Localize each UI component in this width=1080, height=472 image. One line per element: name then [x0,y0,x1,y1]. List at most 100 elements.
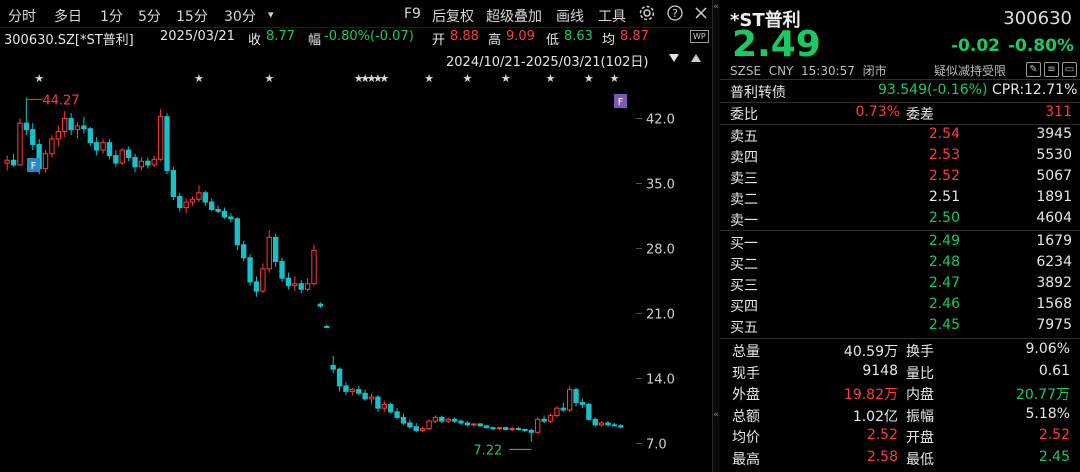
tab-1min[interactable]: 1分 [100,6,123,26]
stat-value: 20.77万 [1015,387,1070,403]
bid-level-row[interactable]: 买四 2.46 1568 [730,295,1072,315]
ask-level-row[interactable]: 卖三 2.52 5067 [730,167,1072,187]
level-volume: 1679 [1036,233,1072,249]
event-star-marker: ★ [501,72,511,85]
stock-code: 300630 [1003,8,1072,29]
y-tick-label: 28.0 [646,242,675,257]
f-marker-label: F [618,97,624,108]
candle-body [407,422,413,428]
high-value: 9.09 [506,29,535,44]
stock-code-label: 300630.SZ[*ST普利] [4,33,134,48]
tab-multi-day[interactable]: 多日 [54,6,82,26]
candlestick-chart[interactable]: 42.0 35.0 28.0 21.0 14.0 7.0 44.27 7.22 ★ ★ ★ ★ ★ ★ ★ ★… [0,70,712,472]
event-star-marker: ★ [379,72,389,85]
tab-5min[interactable]: 5分 [138,6,161,26]
level-price: 2.51 [928,189,960,205]
candle-body [304,283,311,290]
close-icon[interactable] [692,4,710,26]
candle-body [343,385,349,392]
edit-icon[interactable]: ✎ [1026,62,1041,77]
level-label: 买一 [730,236,758,252]
exchange-label: SZSE [730,64,762,78]
ask-level-row[interactable]: 卖一 2.50 4604 [730,209,1072,229]
event-star-marker: ★ [609,72,619,85]
ohlc-info-bar: 300630.SZ[*ST普利] 2025/03/21 收 8.77 幅 -0.… [0,28,714,50]
stat-label: 总量 [732,344,760,360]
candle-body [151,158,157,166]
wp-icon[interactable]: WP [690,30,709,43]
bond-name: 普利转债 [730,85,786,101]
candle-body [55,130,62,140]
last-price: 2.49 [732,24,821,65]
date-range[interactable]: 2024/10/21-2025/03/21(102日) [446,51,649,70]
candle-body [598,422,605,426]
stats-row: 总量 40.59万 换手 9.06% [730,340,1072,360]
close-label: 收 [248,33,262,48]
level-volume: 6234 [1036,254,1072,270]
weicha-label: 委差 [906,107,934,123]
adjust-button[interactable]: 后复权 [432,6,474,26]
level-label: 卖二 [730,192,758,208]
period-dropdown-icon[interactable]: ▾ [268,8,274,21]
candle-body [241,244,247,259]
level-price: 2.52 [928,168,960,184]
candle-body [266,236,272,270]
event-star-marker: ★ [194,72,204,85]
candle-body [100,142,106,151]
weibi-label: 委比 [730,107,758,123]
draw-line-button[interactable]: 画线 [556,6,584,26]
bid-level-row[interactable]: 买一 2.49 1679 [730,232,1072,252]
bond-value: 93.549(-0.16%) [878,82,988,98]
bid-level-row[interactable]: 买二 2.48 6234 [730,253,1072,273]
level-volume: 1568 [1036,296,1072,312]
convertible-bond-row[interactable]: 普利转债 93.549(-0.16%) CPR: 12.71% [730,81,1077,101]
level-volume: 3945 [1036,126,1072,142]
tools-button[interactable]: 工具 [598,6,626,26]
candle-body [292,283,298,287]
candle-body [23,122,30,131]
overlay-button[interactable]: 超级叠加 [486,6,542,26]
candle-body [541,418,547,422]
candle-body [272,236,279,262]
candle-body [285,277,292,287]
tab-15min[interactable]: 15分 [176,6,208,26]
change-value: -0.80%(-0.07) [324,29,414,44]
window-icon[interactable]: ▭ [1062,62,1077,77]
level-volume: 3892 [1036,275,1072,291]
level-price: 2.54 [928,126,960,142]
stat-value: 5.18% [1025,405,1070,422]
high-label: 高 [488,33,502,48]
tab-intraday[interactable]: 分时 [8,6,36,26]
triangle-up-icon[interactable] [690,52,702,68]
market-status: 闭市 [862,64,887,78]
stat-label: 现手 [732,365,760,382]
collapse-left-icon[interactable]: « [713,2,719,12]
bid-level-row[interactable]: 买五 2.45 7975 [730,316,1072,336]
bid-level-row[interactable]: 买三 2.47 3892 [730,274,1072,294]
note-icon[interactable]: ≡ [1044,62,1059,77]
level-price: 2.49 [928,233,960,249]
tab-30min[interactable]: 30分 [224,6,256,26]
ask-level-row[interactable]: 卖四 2.53 5530 [730,146,1072,166]
ask-level-row[interactable]: 卖五 2.54 3945 [730,125,1072,145]
alert-label[interactable]: 疑似减持受限 [934,62,1006,79]
scroll-strip[interactable]: « « [712,0,720,472]
ask-level-row[interactable]: 卖二 2.51 1891 [730,188,1072,208]
event-star-marker: ★ [584,72,594,85]
candle-body [260,268,266,292]
level-price: 2.45 [928,317,960,333]
low-label: 低 [546,33,560,48]
level-label: 卖五 [730,129,758,145]
stats-row: 外盘 19.82万 内盘 20.77万 [730,383,1072,403]
question-icon[interactable]: ? [666,4,684,26]
candle-body [234,218,240,246]
change-label: 幅 [308,33,322,48]
candle-body [279,260,285,279]
stat-label: 振幅 [906,408,934,425]
triangle-down-icon[interactable] [668,52,680,68]
gear-icon[interactable] [638,4,656,26]
collapse-down-icon[interactable]: « [713,410,719,420]
candle-body [515,428,522,431]
stat-label: 换手 [906,344,934,360]
f9-button[interactable]: F9 [404,6,421,22]
